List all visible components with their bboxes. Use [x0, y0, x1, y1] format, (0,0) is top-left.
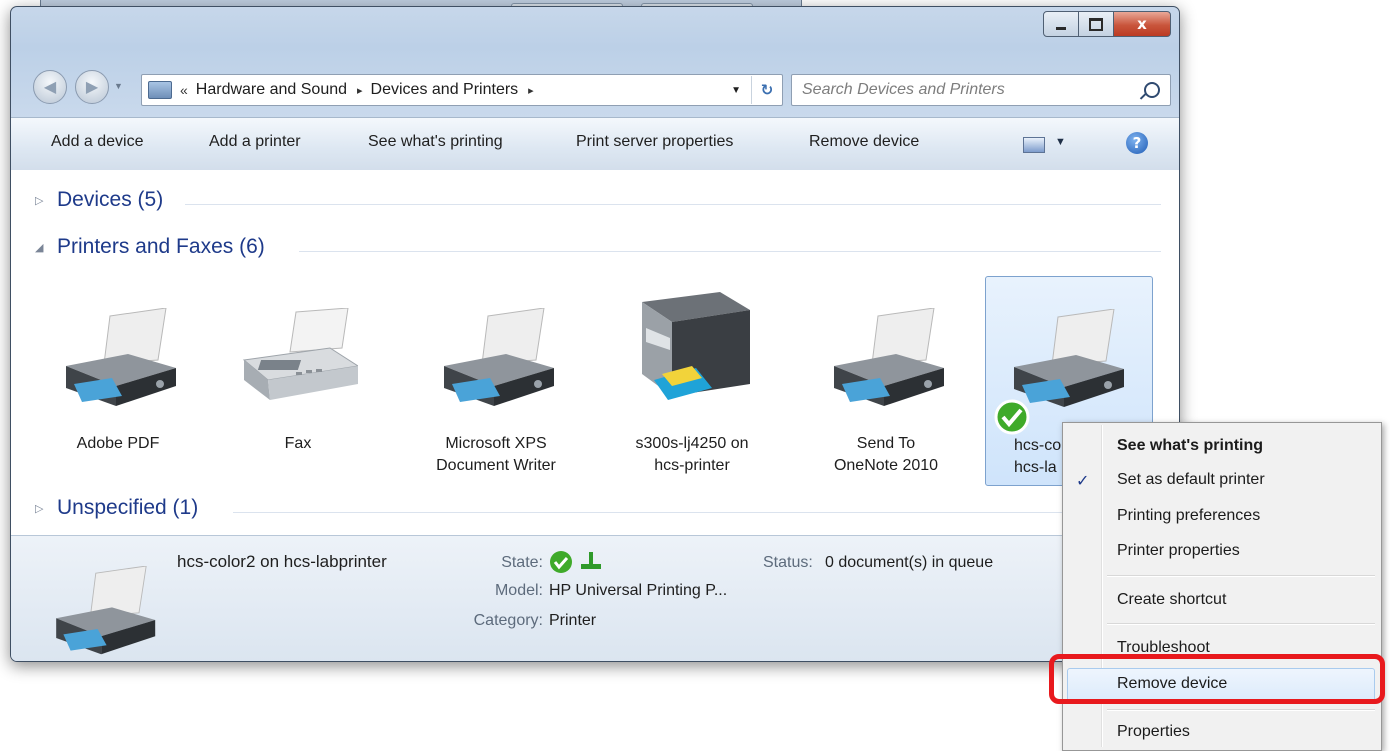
search-input[interactable]: Search Devices and Printers: [791, 74, 1171, 106]
group-divider: [299, 251, 1161, 252]
menu-properties[interactable]: Properties: [1117, 723, 1190, 741]
group-devices[interactable]: ▷ Devices (5): [35, 188, 163, 212]
remove-device-button[interactable]: Remove device: [809, 133, 919, 151]
status-value: 0 document(s) in queue: [825, 554, 994, 571]
caption-buttons: x: [1043, 11, 1171, 37]
breadcrumb-hardware-and-sound[interactable]: Hardware and Sound: [196, 81, 347, 99]
device-label-line2: OneNote 2010: [833, 457, 939, 474]
printer-icon: [66, 308, 176, 406]
device-adobe-pdf[interactable]: Adobe PDF: [33, 270, 203, 480]
device-send-to-onenote-2010[interactable]: Send To OneNote 2010: [801, 270, 971, 480]
close-button[interactable]: x: [1113, 11, 1171, 37]
breadcrumb-devices-and-printers[interactable]: Devices and Printers: [371, 81, 519, 99]
add-device-button[interactable]: Add a device: [51, 133, 144, 151]
group-divider: [185, 204, 1161, 205]
device-label-line1: s300s-lj4250 on: [635, 435, 749, 452]
remove-device-highlight-annotation: [1049, 654, 1385, 704]
see-whats-printing-button[interactable]: See what's printing: [368, 133, 503, 151]
default-printer-check-icon: [994, 399, 1030, 435]
menu-create-shortcut[interactable]: Create shortcut: [1117, 591, 1226, 609]
menu-see-whats-printing[interactable]: See what's printing: [1117, 437, 1263, 455]
forward-button[interactable]: ▶: [75, 70, 109, 104]
help-icon: ?: [1132, 134, 1142, 152]
recent-pages-dropdown[interactable]: ▼: [114, 81, 123, 91]
command-bar: Add a device Add a printer See what's pr…: [11, 117, 1179, 171]
minimize-button[interactable]: [1043, 11, 1079, 37]
address-dropdown-icon[interactable]: ▼: [731, 85, 741, 96]
add-printer-button[interactable]: Add a printer: [209, 133, 301, 151]
arrow-left-icon: ◀: [43, 79, 57, 96]
change-view-icon[interactable]: [1023, 137, 1045, 153]
device-label-line1: Fax: [284, 435, 312, 452]
device-label-line2: Document Writer: [436, 457, 556, 474]
printer-icon: [444, 308, 554, 406]
selected-device-name: hcs-color2 on hcs-labprinter: [177, 552, 387, 571]
view-options-dropdown-icon[interactable]: ▼: [1055, 136, 1066, 148]
group-printers-and-faxes[interactable]: ◢ Printers and Faxes (6): [35, 235, 265, 259]
search-icon[interactable]: [1144, 82, 1160, 98]
device-microsoft-xps-document-writer[interactable]: Microsoft XPS Document Writer: [411, 270, 581, 480]
checkmark-icon: ✓: [1076, 473, 1090, 490]
fax-icon: [242, 308, 358, 400]
collapsed-triangle-icon: ▷: [35, 194, 44, 207]
minimize-icon: [1056, 26, 1066, 30]
multifunction-printer-icon: [642, 292, 750, 400]
menu-printer-properties[interactable]: Printer properties: [1117, 542, 1240, 560]
menu-set-as-default-printer[interactable]: Set as default printer: [1117, 471, 1265, 489]
group-unspecified-label: Unspecified (1): [57, 496, 199, 519]
expanded-triangle-icon: ◢: [35, 241, 44, 254]
group-unspecified[interactable]: ▷ Unspecified (1): [35, 496, 198, 520]
device-fax[interactable]: Fax: [213, 270, 383, 480]
model-value: HP Universal Printing P...: [549, 582, 728, 599]
menu-separator: [1107, 623, 1375, 625]
menu-separator: [1107, 709, 1375, 711]
collapsed-triangle-icon: ▷: [35, 502, 44, 515]
state-ok-icon: [550, 551, 572, 573]
network-connected-icon: [581, 552, 601, 569]
maximize-icon: [1089, 17, 1103, 31]
arrow-right-icon: ▶: [85, 79, 99, 96]
menu-separator: [1107, 575, 1375, 577]
category-value: Printer: [549, 612, 597, 629]
selected-printer-icon: [56, 566, 156, 655]
address-bar[interactable]: « Hardware and Sound ▸ Devices and Print…: [141, 74, 783, 106]
help-button[interactable]: ?: [1126, 132, 1148, 154]
devices-and-printers-window: x ◀ ▶ ▼ « Hardware and Sound ▸ Devices a…: [10, 6, 1180, 662]
state-label: State:: [501, 554, 543, 571]
breadcrumb-overflow-button[interactable]: «: [180, 82, 188, 98]
close-icon: x: [1137, 15, 1147, 33]
device-label-line1: Send To: [856, 435, 916, 452]
breadcrumb-separator-icon[interactable]: ▸: [357, 84, 363, 97]
device-s300s-lj4250[interactable]: s300s-lj4250 on hcs-printer: [607, 270, 777, 480]
control-panel-icon: [148, 81, 172, 99]
back-button[interactable]: ◀: [33, 70, 67, 104]
refresh-icon: ↻: [760, 82, 774, 99]
device-label-line1: Adobe PDF: [76, 435, 160, 452]
breadcrumb-separator-icon[interactable]: ▸: [528, 84, 534, 97]
maximize-button[interactable]: [1078, 11, 1114, 37]
printer-icon: [1014, 309, 1124, 407]
device-list: ▷ Devices (5) ◢ Printers and Faxes (6) A…: [11, 170, 1179, 535]
model-label: Model:: [494, 582, 543, 599]
menu-printing-preferences[interactable]: Printing preferences: [1117, 507, 1260, 525]
group-devices-label: Devices (5): [57, 188, 164, 211]
category-label: Category:: [473, 612, 543, 629]
device-label-line1: Microsoft XPS: [445, 435, 547, 452]
group-printers-label: Printers and Faxes (6): [57, 235, 265, 258]
details-pane: hcs-color2 on hcs-labprinter State: Stat…: [11, 535, 1179, 661]
print-server-properties-button[interactable]: Print server properties: [576, 133, 733, 151]
refresh-button[interactable]: ↻: [751, 76, 782, 104]
search-placeholder: Search Devices and Printers: [802, 81, 1005, 98]
status-label: Status:: [763, 554, 813, 571]
device-label-line2: hcs-printer: [654, 457, 730, 474]
printer-icon: [834, 308, 944, 406]
group-divider: [233, 512, 1073, 513]
